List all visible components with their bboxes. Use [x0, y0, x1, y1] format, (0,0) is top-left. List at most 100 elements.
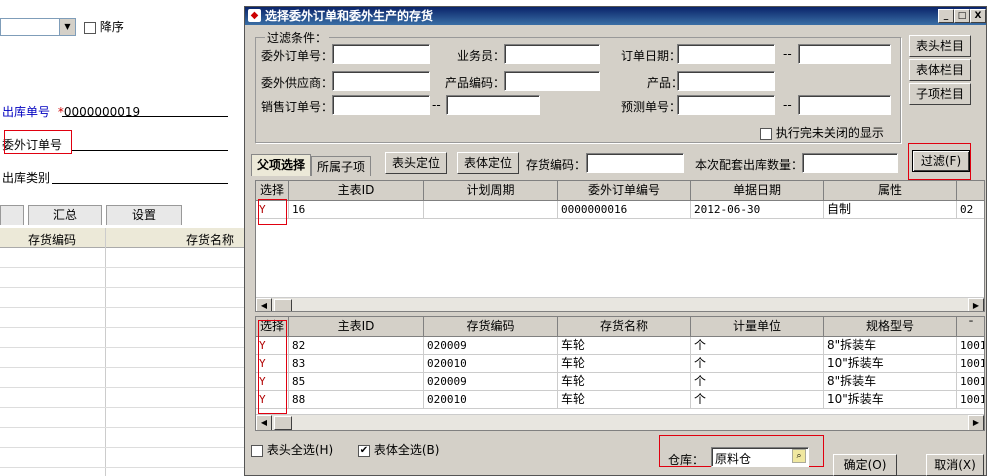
- tab-summary[interactable]: 汇总: [28, 205, 102, 225]
- col-plan-period[interactable]: 计划周期: [424, 181, 558, 201]
- cell-extra: 1001: [957, 391, 984, 409]
- inv-code-input[interactable]: [586, 153, 684, 173]
- scroll-left-icon[interactable]: ◀: [256, 298, 272, 311]
- col-order-no[interactable]: 委外订单编号: [558, 181, 691, 201]
- table-row[interactable]: [0, 288, 244, 308]
- col-extra[interactable]: ¯: [957, 317, 984, 337]
- col-main-id[interactable]: 主表ID: [289, 181, 424, 201]
- tab-settings[interactable]: 设置: [106, 205, 182, 225]
- head-select-all-checkbox[interactable]: [251, 444, 263, 457]
- highlight-box: [4, 130, 72, 154]
- cell-extra: 1001: [957, 373, 984, 391]
- column-header: 存货编码: [28, 233, 77, 247]
- col-attribute[interactable]: 属性: [824, 181, 957, 201]
- forecast-to-input[interactable]: [798, 95, 891, 115]
- table-row[interactable]: [0, 408, 244, 428]
- table-row[interactable]: [0, 388, 244, 408]
- supplier-input[interactable]: [332, 71, 430, 91]
- order-no-input[interactable]: [332, 44, 430, 64]
- qty-input[interactable]: [802, 153, 898, 173]
- outsource-order-input[interactable]: [72, 150, 228, 151]
- col-extra[interactable]: [957, 181, 984, 201]
- cell-unit: 个: [691, 337, 824, 355]
- outbound-no-field: 出库单号 *0000000019: [2, 103, 140, 120]
- table-row[interactable]: [0, 248, 244, 268]
- cell-main-id: 83: [289, 355, 424, 373]
- forecast-from-input[interactable]: [677, 95, 775, 115]
- cell-inv-code: 020010: [424, 391, 558, 409]
- warehouse-label: 仓库：: [668, 453, 705, 467]
- cell-plan-period: [424, 201, 558, 219]
- order-date-label: 订单日期：: [621, 49, 682, 63]
- child-columns-button[interactable]: 子项栏目: [909, 83, 971, 105]
- dialog-titlebar[interactable]: ◆ 选择委外订单和委外生产的存货 _ □ X: [245, 7, 986, 25]
- head-locate-button[interactable]: 表头定位: [385, 152, 447, 174]
- col-inv-name[interactable]: 存货名称: [558, 317, 691, 337]
- table-row[interactable]: [0, 348, 244, 368]
- supplier-label: 委外供应商：: [261, 76, 334, 90]
- body-columns-button[interactable]: 表体栏目: [909, 59, 971, 81]
- outbound-no-label: 出库单号: [2, 105, 51, 119]
- close-button[interactable]: X: [970, 9, 986, 23]
- col-inv-code[interactable]: 存货编码: [424, 317, 558, 337]
- tab-parent-select[interactable]: 父项选择: [251, 154, 311, 176]
- left-table-header: 存货编码 存货名称: [0, 228, 244, 248]
- parent-grid-header: 选择 主表ID 计划周期 委外订单编号 单据日期 属性: [256, 181, 984, 201]
- sort-combo[interactable]: ▼: [0, 18, 76, 36]
- head-select-all[interactable]: 表头全选(H): [251, 441, 333, 458]
- order-date-to-input[interactable]: [798, 44, 891, 64]
- col-spec[interactable]: 规格型号: [824, 317, 957, 337]
- order-date-from-input[interactable]: [677, 44, 775, 64]
- scroll-right-icon[interactable]: ▶: [968, 415, 984, 430]
- parent-hscroll[interactable]: ◀ ▶: [256, 297, 984, 311]
- sales-order-to-input[interactable]: [446, 95, 540, 115]
- app-icon: ◆: [248, 9, 261, 22]
- salesman-input[interactable]: [504, 44, 600, 64]
- product-code-input[interactable]: [504, 71, 600, 91]
- scroll-thumb[interactable]: [274, 416, 292, 430]
- cell-extra: 02: [957, 201, 984, 219]
- tab-detail[interactable]: [0, 205, 24, 225]
- product-input[interactable]: [677, 71, 775, 91]
- col-main-id[interactable]: 主表ID: [289, 317, 424, 337]
- scroll-left-icon[interactable]: ◀: [256, 415, 272, 430]
- search-icon[interactable]: ⌕: [792, 449, 806, 463]
- sales-order-from-input[interactable]: [332, 95, 430, 115]
- scroll-right-icon[interactable]: ▶: [968, 298, 984, 311]
- cancel-button[interactable]: 取消(X): [926, 454, 984, 476]
- minimize-button[interactable]: _: [938, 9, 954, 23]
- body-select-all-checkbox[interactable]: ✔: [358, 444, 370, 457]
- tab-child-items[interactable]: 所属子项: [311, 156, 371, 176]
- body-select-all[interactable]: ✔ 表体全选(B): [358, 441, 439, 458]
- chevron-down-icon[interactable]: ▼: [59, 19, 75, 35]
- closed-label: 执行完未关闭的显示: [775, 126, 884, 140]
- outbound-type-input[interactable]: [52, 183, 228, 184]
- col-doc-date[interactable]: 单据日期: [691, 181, 824, 201]
- child-grid-header: 选择 主表ID 存货编码 存货名称 计量单位 规格型号 ¯: [256, 317, 984, 337]
- cell-inv-name: 车轮: [558, 355, 691, 373]
- warehouse-input[interactable]: 原料仓 ⌕: [711, 447, 809, 467]
- body-locate-button[interactable]: 表体定位: [457, 152, 519, 174]
- table-row[interactable]: [0, 308, 244, 328]
- sort-desc-option[interactable]: 降序: [84, 18, 124, 35]
- child-grid: 选择 主表ID 存货编码 存货名称 计量单位 规格型号 ¯ Y 82 020009 车…: [255, 316, 985, 431]
- closed-checkbox[interactable]: [760, 127, 772, 140]
- ok-button[interactable]: 确定(O): [833, 454, 897, 476]
- maximize-button[interactable]: □: [954, 9, 970, 23]
- table-row[interactable]: [0, 268, 244, 288]
- table-row[interactable]: [0, 428, 244, 448]
- forecast-no-label: 预测单号：: [621, 100, 682, 114]
- scroll-thumb[interactable]: [274, 299, 292, 311]
- tab-label: 汇总: [52, 208, 77, 222]
- closed-option[interactable]: 执行完未关闭的显示: [760, 124, 884, 141]
- cell-spec: 8"拆装车: [824, 373, 957, 391]
- col-select[interactable]: 选择: [256, 181, 289, 201]
- child-hscroll[interactable]: ◀ ▶: [256, 414, 984, 430]
- col-unit[interactable]: 计量单位: [691, 317, 824, 337]
- sort-desc-checkbox[interactable]: [84, 21, 96, 34]
- dialog-title: 选择委外订单和委外生产的存货: [265, 9, 434, 23]
- table-row[interactable]: [0, 328, 244, 348]
- table-row[interactable]: [0, 368, 244, 388]
- head-columns-button[interactable]: 表头栏目: [909, 35, 971, 57]
- table-row[interactable]: [0, 448, 244, 468]
